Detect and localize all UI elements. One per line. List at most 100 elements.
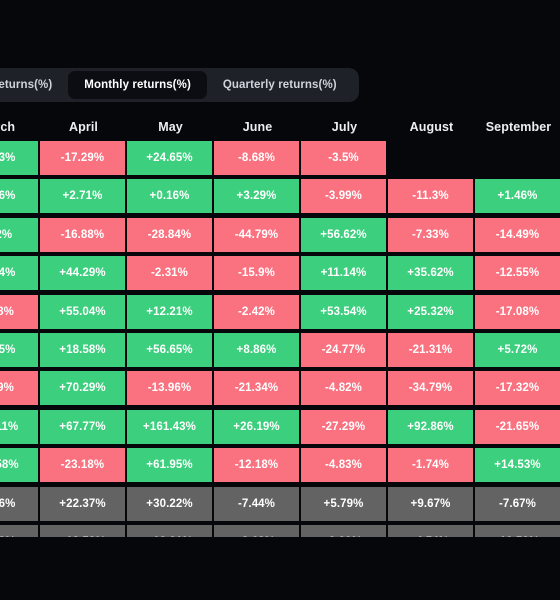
returns-cell[interactable]: -2.42% [214, 294, 299, 329]
returns-cell[interactable]: -1.74% [388, 448, 473, 483]
returns-cell[interactable]: -4.82% [301, 371, 386, 406]
returns-cell-empty[interactable] [475, 141, 560, 175]
returns-cell[interactable]: -7.44% [214, 486, 299, 521]
returns-cell[interactable]: -3.79% [0, 371, 38, 406]
returns-cell[interactable]: -17.29% [40, 141, 125, 175]
returns-cell[interactable]: +18.58% [40, 524, 125, 537]
returns-cell[interactable]: +18.58% [40, 332, 125, 367]
column-header-august: August [409, 119, 454, 134]
table-row: +10.58%-23.18%+61.95%-12.18%-4.83%-1.74%… [0, 448, 560, 485]
table-row: +6.05%+18.58%+56.65%+8.86%-24.77%-21.31%… [0, 332, 560, 370]
returns-cell[interactable]: -44.79% [214, 217, 299, 252]
returns-cell[interactable]: -17.08% [475, 294, 560, 329]
tab-quarterly-returns[interactable]: Quarterly returns(%) [207, 71, 353, 99]
returns-cell[interactable]: +35.62% [388, 256, 473, 291]
table-row: -8.98%+55.04%+12.21%-2.42%+53.54%+25.32%… [0, 294, 560, 332]
returns-cell[interactable]: +14.11% [0, 409, 38, 444]
returns-cell[interactable]: -3.5% [301, 141, 386, 175]
returns-cell[interactable]: +5.72% [475, 332, 560, 367]
returns-cell[interactable]: -34.79% [388, 371, 473, 406]
returns-cell[interactable]: +0.16% [127, 179, 212, 214]
returns-cell[interactable]: +6.05% [0, 332, 38, 367]
returns-cell[interactable]: -8.98% [0, 294, 38, 329]
returns-grid: March April May June July August September +9.… [0, 112, 560, 537]
returns-cell[interactable]: +2.2% [0, 217, 38, 252]
returns-cell[interactable]: +12.21% [127, 294, 212, 329]
table-row: +0.58%+18.58%+12.21%-8.68%-3.99%-4.54%-1… [0, 524, 560, 537]
returns-cell[interactable]: -8.68% [214, 141, 299, 175]
returns-cell[interactable]: +67.77% [40, 409, 125, 444]
returns-cell[interactable]: -3.99% [301, 179, 386, 214]
returns-cell[interactable]: -14.49% [475, 217, 560, 252]
returns-cell[interactable]: +9.67% [388, 486, 473, 521]
returns-cell[interactable]: +11.14% [301, 256, 386, 291]
returns-cell[interactable]: +0.58% [0, 524, 38, 537]
returns-cell[interactable]: +25.32% [388, 294, 473, 329]
returns-cell[interactable]: +12.21% [127, 524, 212, 537]
returns-cell[interactable]: +70.29% [40, 371, 125, 406]
returns-cell[interactable]: -7.67% [475, 486, 560, 521]
returns-cell[interactable]: -23.18% [40, 448, 125, 483]
returns-cell[interactable]: -3.99% [301, 524, 386, 537]
returns-grid-header: March April May June July August September [0, 112, 560, 141]
returns-cell[interactable]: +9.33% [0, 141, 38, 175]
returns-cell[interactable]: -21.31% [388, 332, 473, 367]
returns-cell[interactable]: -2.31% [127, 256, 212, 291]
returns-cell[interactable]: -17.32% [475, 371, 560, 406]
returns-cell[interactable]: -28.84% [127, 217, 212, 252]
table-row: +4.74%+44.29%-2.31%-15.9%+11.14%+35.62%-… [0, 256, 560, 293]
returns-cell[interactable]: +2.71% [40, 179, 125, 214]
returns-cell[interactable]: -7.33% [388, 217, 473, 252]
returns-cell[interactable]: +1.46% [475, 179, 560, 214]
returns-cell[interactable]: +56.62% [301, 217, 386, 252]
returns-cell[interactable]: +161.43% [127, 409, 212, 444]
returns-cell[interactable]: -21.65% [475, 409, 560, 444]
returns-cell[interactable]: -24.77% [301, 332, 386, 367]
returns-cell[interactable]: +2.86% [0, 486, 38, 521]
returns-cell[interactable]: -13.52% [475, 524, 560, 537]
column-header-april: April [69, 119, 98, 134]
column-header-june: June [242, 119, 273, 134]
returns-cell[interactable]: +30.22% [127, 486, 212, 521]
returns-cell[interactable]: +56.65% [127, 332, 212, 367]
returns-cell[interactable]: +55.04% [40, 294, 125, 329]
returns-tabbar-viewport: Yearly returns(%)Monthly returns(%)Quart… [0, 68, 560, 112]
returns-cell[interactable]: -4.83% [301, 448, 386, 483]
returns-cell[interactable]: +61.95% [127, 448, 212, 483]
returns-cell[interactable]: +44.29% [40, 256, 125, 291]
returns-cell[interactable]: -8.68% [214, 524, 299, 537]
table-row: +9.33%-17.29%+24.65%-8.68%-3.5% [0, 141, 560, 178]
returns-cell[interactable]: +10.58% [0, 448, 38, 483]
tab-monthly-returns[interactable]: Monthly returns(%) [68, 71, 207, 99]
returns-cell[interactable]: +53.54% [301, 294, 386, 329]
returns-cell[interactable]: +92.86% [388, 409, 473, 444]
returns-cell[interactable]: -13.96% [127, 371, 212, 406]
returns-cell[interactable]: +14.53% [475, 448, 560, 483]
returns-cell[interactable]: +8.86% [214, 332, 299, 367]
returns-cell[interactable]: -12.18% [214, 448, 299, 483]
returns-cell[interactable]: +3.46% [0, 179, 38, 214]
column-header-july: July [331, 119, 358, 134]
returns-cell[interactable]: -4.54% [388, 524, 473, 537]
returns-grid-viewport[interactable]: March April May June July August September +9.… [0, 112, 560, 537]
returns-grid-body: +9.33%-17.29%+24.65%-8.68%-3.5%+3.46%+2.… [0, 141, 560, 537]
returns-cell[interactable]: +26.19% [214, 409, 299, 444]
returns-cell[interactable]: +22.37% [40, 486, 125, 521]
returns-cell[interactable]: +5.79% [301, 486, 386, 521]
returns-heatmap-panel: Yearly returns(%)Monthly returns(%)Quart… [0, 0, 560, 600]
tab-yearly-returns[interactable]: Yearly returns(%) [0, 71, 68, 99]
returns-cell[interactable]: -27.29% [301, 409, 386, 444]
returns-cell[interactable]: -11.3% [388, 179, 473, 214]
returns-cell-empty[interactable] [388, 141, 473, 175]
returns-cell[interactable]: +4.74% [0, 256, 38, 291]
returns-cell[interactable]: -12.55% [475, 256, 560, 291]
table-row: +2.86%+22.37%+30.22%-7.44%+5.79%+9.67%-7… [0, 486, 560, 524]
returns-cell[interactable]: +3.29% [214, 179, 299, 214]
returns-tabbar: Yearly returns(%)Monthly returns(%)Quart… [0, 68, 359, 102]
table-row: +2.2%-16.88%-28.84%-44.79%+56.62%-7.33%-… [0, 217, 560, 255]
column-header-march: March [0, 119, 16, 134]
returns-cell[interactable]: +24.65% [127, 141, 212, 175]
returns-cell[interactable]: -16.88% [40, 217, 125, 252]
returns-cell[interactable]: -15.9% [214, 256, 299, 291]
returns-cell[interactable]: -21.34% [214, 371, 299, 406]
